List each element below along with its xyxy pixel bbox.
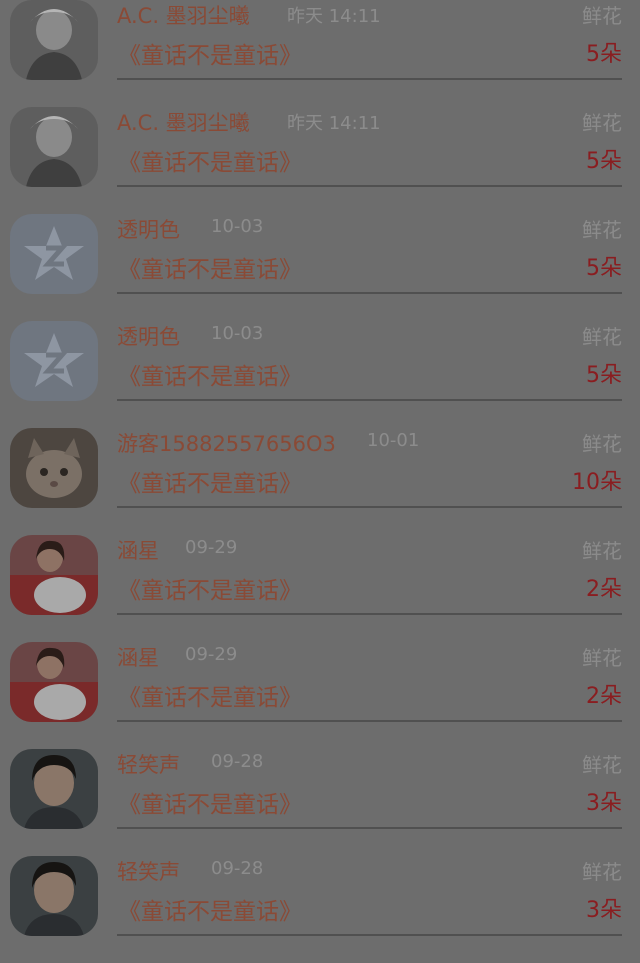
gift-type: 鲜花 (582, 325, 622, 349)
timestamp: 10-01 (367, 430, 420, 451)
list-item[interactable]: 轻笑声 09-28 鲜花 《童话不是童话》 3朵 (0, 856, 640, 963)
list-item[interactable]: 游客15882557656O3 10-01 鲜花 《童话不是童话》 10朵 (0, 428, 640, 535)
gift-count: 3朵 (586, 791, 622, 816)
timestamp: 昨天 14:11 (287, 113, 381, 134)
gift-type: 鲜花 (582, 539, 622, 563)
avatar[interactable] (10, 642, 98, 722)
list-item[interactable]: 透明色 10-03 鲜花 《童话不是童话》 5朵 (0, 214, 640, 321)
avatar-person-gray (10, 0, 98, 80)
list-item[interactable]: A.C. 墨羽尘曦 昨天 14:11 鲜花 《童话不是童话》 5朵 (0, 0, 640, 107)
work-title[interactable]: 《童话不是童话》 (118, 571, 302, 605)
gift-type: 鲜花 (582, 4, 622, 28)
divider (117, 78, 622, 80)
work-title[interactable]: 《童话不是童话》 (118, 143, 302, 177)
gift-count: 5朵 (586, 149, 622, 174)
sender-name[interactable]: 涵星 (117, 642, 159, 672)
gift-record-list: A.C. 墨羽尘曦 昨天 14:11 鲜花 《童话不是童话》 5朵 A.C. 墨… (0, 0, 640, 945)
avatar-person-gray (10, 107, 98, 187)
sender-name[interactable]: A.C. 墨羽尘曦 (117, 107, 250, 137)
timestamp: 昨天 14:11 (287, 6, 381, 27)
work-title[interactable]: 《童话不是童话》 (118, 678, 302, 712)
gift-type: 鲜花 (582, 111, 622, 135)
avatar[interactable] (10, 856, 98, 936)
gift-count: 5朵 (586, 42, 622, 67)
sender-name[interactable]: 游客15882557656O3 (117, 428, 336, 458)
gift-count: 5朵 (586, 363, 622, 388)
timestamp: 09-29 (185, 644, 238, 665)
timestamp: 09-29 (185, 537, 238, 558)
divider (117, 292, 622, 294)
gift-type: 鲜花 (582, 646, 622, 670)
avatar[interactable] (10, 749, 98, 829)
avatar-cat (10, 428, 98, 508)
timestamp: 09-28 (211, 858, 264, 879)
divider (117, 827, 622, 829)
work-title[interactable]: 《童话不是童话》 (118, 785, 302, 819)
timestamp: 09-28 (211, 751, 264, 772)
sender-name[interactable]: 涵星 (117, 535, 159, 565)
gift-count: 2朵 (586, 577, 622, 602)
list-item[interactable]: 涵星 09-29 鲜花 《童话不是童话》 2朵 (0, 535, 640, 642)
sender-name[interactable]: 透明色 (117, 214, 180, 244)
avatar[interactable] (10, 214, 98, 294)
work-title[interactable]: 《童话不是童话》 (118, 250, 302, 284)
gift-count: 2朵 (586, 684, 622, 709)
work-title[interactable]: 《童话不是童话》 (118, 892, 302, 926)
timestamp: 10-03 (211, 216, 264, 237)
sender-name[interactable]: 轻笑声 (117, 749, 180, 779)
work-title[interactable]: 《童话不是童话》 (118, 464, 302, 498)
work-title[interactable]: 《童话不是童话》 (118, 357, 302, 391)
avatar[interactable] (10, 107, 98, 187)
timestamp: 10-03 (211, 323, 264, 344)
divider (117, 399, 622, 401)
divider (117, 506, 622, 508)
avatar-qzone-star (10, 321, 98, 401)
gift-type: 鲜花 (582, 432, 622, 456)
avatar-man (10, 856, 98, 936)
sender-name[interactable]: 轻笑声 (117, 856, 180, 886)
avatar-man (10, 749, 98, 829)
avatar[interactable] (10, 428, 98, 508)
gift-count: 10朵 (572, 470, 622, 495)
divider (117, 613, 622, 615)
sender-name[interactable]: 透明色 (117, 321, 180, 351)
gift-count: 5朵 (586, 256, 622, 281)
avatar-girl (10, 535, 98, 615)
gift-type: 鲜花 (582, 753, 622, 777)
avatar-qzone-star (10, 214, 98, 294)
list-item[interactable]: 透明色 10-03 鲜花 《童话不是童话》 5朵 (0, 321, 640, 428)
divider (117, 185, 622, 187)
gift-type: 鲜花 (582, 218, 622, 242)
list-item[interactable]: 涵星 09-29 鲜花 《童话不是童话》 2朵 (0, 642, 640, 749)
gift-count: 3朵 (586, 898, 622, 923)
avatar[interactable] (10, 0, 98, 80)
gift-type: 鲜花 (582, 860, 622, 884)
divider (117, 934, 622, 936)
sender-name[interactable]: A.C. 墨羽尘曦 (117, 0, 250, 30)
work-title[interactable]: 《童话不是童话》 (118, 36, 302, 70)
avatar-girl (10, 642, 98, 722)
avatar[interactable] (10, 321, 98, 401)
list-item[interactable]: A.C. 墨羽尘曦 昨天 14:11 鲜花 《童话不是童话》 5朵 (0, 107, 640, 214)
list-item[interactable]: 轻笑声 09-28 鲜花 《童话不是童话》 3朵 (0, 749, 640, 856)
divider (117, 720, 622, 722)
avatar[interactable] (10, 535, 98, 615)
